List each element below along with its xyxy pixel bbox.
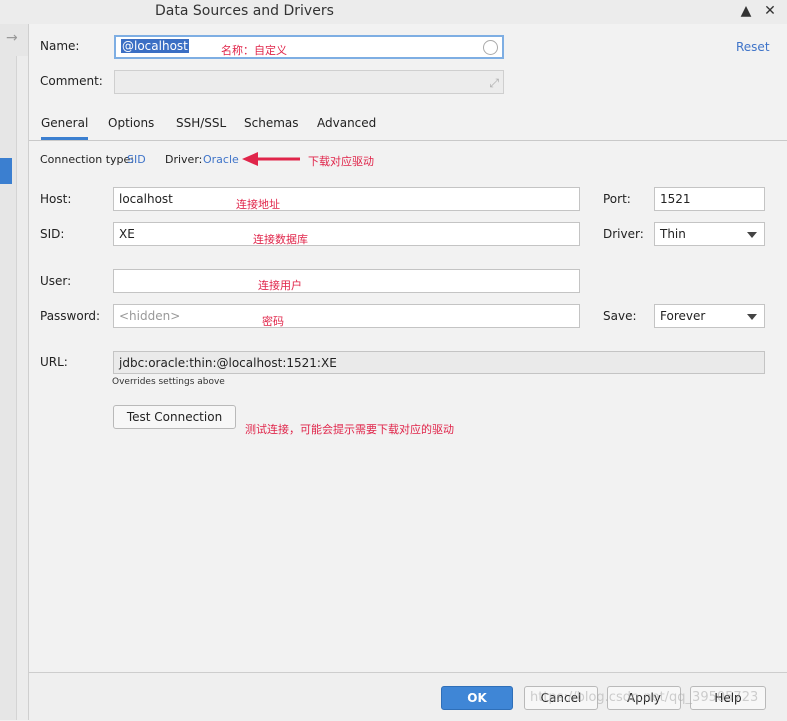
title-bar: Data Sources and Drivers ▲ ✕ [0, 0, 787, 24]
chevron-down-icon [747, 232, 757, 238]
driver-type-value: Thin [660, 227, 686, 241]
data-source-sidebar: → [0, 24, 29, 720]
sidebar-selected-item[interactable] [0, 158, 12, 184]
host-field-value: localhost [119, 192, 173, 206]
chevron-down-icon [747, 314, 757, 320]
annotation-arrow-icon [242, 152, 300, 166]
user-annotation: 连接用户 [258, 279, 302, 292]
url-note: Overrides settings above [112, 377, 225, 387]
sid-label: SID: [40, 227, 65, 241]
test-connection-label: Test Connection [126, 410, 223, 424]
sid-annotation: 连接数据库 [253, 233, 308, 246]
forward-arrow-icon[interactable]: → [6, 30, 18, 46]
ok-button[interactable]: OK [441, 686, 513, 710]
driver-type-label: Driver: [603, 227, 644, 241]
test-connection-button[interactable]: Test Connection [113, 405, 236, 429]
reset-link[interactable]: Reset [736, 40, 770, 54]
close-icon[interactable]: ✕ [762, 2, 778, 20]
expand-icon[interactable]: ⤢ [489, 72, 499, 94]
tab-options[interactable]: Options [108, 116, 154, 130]
host-field[interactable]: localhost [113, 187, 580, 211]
driver-type-select[interactable]: Thin [654, 222, 765, 246]
watermark: https://blog.csdn.net/qq_39505723 [530, 690, 759, 705]
sid-field-value: XE [119, 227, 135, 241]
save-select-value: Forever [660, 309, 706, 323]
sid-field[interactable]: XE [113, 222, 580, 246]
tab-advanced[interactable]: Advanced [317, 116, 376, 130]
sidebar-scroll-area [16, 56, 28, 720]
save-select[interactable]: Forever [654, 304, 765, 328]
driver-link[interactable]: Oracle [203, 153, 239, 166]
password-field[interactable]: <hidden> [113, 304, 580, 328]
driver-annotation: 下载对应驱动 [308, 155, 374, 168]
host-label: Host: [40, 192, 72, 206]
connection-type-link[interactable]: SID [127, 153, 146, 166]
tab-ssh-ssl[interactable]: SSH/SSL [176, 116, 226, 130]
maximize-icon[interactable]: ▲ [738, 2, 754, 20]
comment-label: Comment: [40, 74, 103, 88]
name-label: Name: [40, 39, 80, 53]
color-picker-icon[interactable] [483, 40, 498, 55]
host-annotation: 连接地址 [236, 198, 280, 211]
tab-general[interactable]: General [41, 116, 89, 140]
name-field-value: @localhost [121, 39, 189, 53]
tab-bar: General Options SSH/SSL Schemas Advanced [29, 108, 787, 141]
tab-schemas[interactable]: Schemas [244, 116, 299, 130]
port-field-value: 1521 [660, 192, 691, 206]
url-label: URL: [40, 355, 68, 369]
user-field[interactable] [113, 269, 580, 293]
name-annotation: 名称：自定义 [221, 44, 287, 57]
port-field[interactable]: 1521 [654, 187, 765, 211]
comment-field[interactable]: ⤢ [114, 70, 504, 94]
url-field[interactable]: jdbc:oracle:thin:@localhost:1521:XE [113, 351, 765, 374]
password-label: Password: [40, 309, 101, 323]
port-label: Port: [603, 192, 631, 206]
test-annotation: 测试连接，可能会提示需要下载对应的驱动 [245, 423, 454, 436]
window-title: Data Sources and Drivers [155, 3, 334, 19]
password-placeholder: <hidden> [119, 309, 181, 323]
url-field-value: jdbc:oracle:thin:@localhost:1521:XE [119, 356, 337, 370]
password-annotation: 密码 [262, 315, 284, 328]
ok-label: OK [467, 691, 487, 705]
user-label: User: [40, 274, 72, 288]
driver-label: Driver: [165, 153, 203, 166]
name-field[interactable]: @localhost [114, 35, 504, 59]
connection-type-label: Connection type: [40, 153, 135, 166]
save-label: Save: [603, 309, 637, 323]
